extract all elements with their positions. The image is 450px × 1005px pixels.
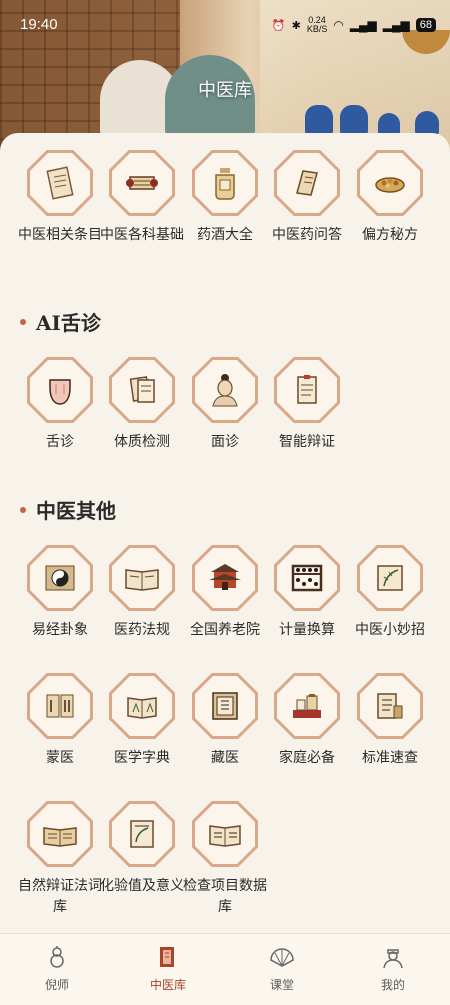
grid-item-constitution-test[interactable]: 体质检测	[97, 357, 187, 453]
grid-item-household-essentials[interactable]: 家庭必备	[262, 673, 352, 769]
yin-yang-icon	[45, 565, 75, 591]
building-icon	[209, 564, 241, 590]
document-scroll-icon	[46, 166, 74, 200]
grid-item-unit-conversion[interactable]: 计量换算	[262, 545, 352, 641]
grid-item-qa[interactable]: 中医药问答	[262, 150, 352, 246]
grid-item-label: 中医各科基础	[100, 227, 184, 243]
grid-item-basics[interactable]: 中医各科基础	[97, 150, 187, 246]
tibetan-book-icon	[212, 692, 238, 720]
person-icon	[383, 949, 403, 969]
grid-item-smart-differentiation[interactable]: 智能辩证	[262, 357, 352, 453]
open-book-icon	[125, 569, 159, 591]
grid-item-medicinal-wine[interactable]: 药酒大全	[180, 150, 270, 246]
grid-item-tongue-diagnosis[interactable]: 舌诊	[15, 357, 105, 453]
grid-item-label: 自然辩证法词库	[18, 878, 102, 915]
grid-item-label: 药酒大全	[197, 227, 253, 243]
abacus-icon	[291, 564, 323, 592]
section-dot	[20, 318, 26, 325]
grid-item-lab-values[interactable]: 化验值及意义	[97, 801, 187, 897]
grid-item-regulations[interactable]: 医药法规	[97, 545, 187, 641]
signal-icon: ▂▄▆	[382, 18, 410, 32]
grid-item-nursing-homes[interactable]: 全国养老院	[180, 545, 270, 641]
grid-item-label: 化验值及意义	[100, 878, 184, 894]
battery-icon: 68	[415, 18, 436, 32]
bluetooth-icon: ✱	[291, 19, 301, 32]
grid-item-label: 偏方秘方	[362, 227, 418, 243]
grid-item-label: 智能辩证	[279, 434, 335, 450]
status-time: 19:40	[20, 16, 58, 33]
standard-book-icon	[377, 693, 403, 719]
nav-item-mine[interactable]: 我的	[353, 944, 433, 993]
network-speed: 0.24 KB/S	[306, 15, 328, 34]
lab-book-icon	[130, 820, 154, 848]
grid-item-medical-dictionary[interactable]: 医学字典	[97, 673, 187, 769]
reading-book-icon	[43, 827, 77, 847]
report-icon	[297, 375, 317, 404]
grid-item-label: 中医相关条目	[18, 227, 102, 243]
wine-jar-icon	[215, 168, 235, 200]
grid-item-tips[interactable]: 中医小妙招	[345, 545, 435, 641]
dictionary-icon	[127, 697, 157, 719]
grid-item-dialectics-glossary[interactable]: 自然辩证法词库	[15, 801, 105, 918]
grid-item-label: 检查项目数据库	[183, 878, 267, 915]
grid-item-label: 医药法规	[114, 622, 170, 638]
status-icons: ⏰ ✱ 0.24 KB/S ◠ ▂▄▆ ▂▄▆ 68	[272, 16, 436, 34]
grid-item-label: 易经卦象	[32, 622, 88, 638]
database-book-icon	[209, 825, 241, 847]
grid-item-label: 计量换算	[279, 622, 335, 638]
grid-item-face-diagnosis[interactable]: 面诊	[180, 357, 270, 453]
section-dot	[20, 506, 26, 513]
content-card: 中医相关条目 中医各科基础 药酒大全 中医药问答 偏方秘方 AI舌诊 舌诊 体质…	[0, 133, 450, 933]
alarm-icon: ⏰	[271, 19, 286, 32]
grid-item-label: 蒙医	[46, 750, 74, 766]
grid-item-label: 舌诊	[46, 434, 74, 450]
wifi-icon: ◠	[333, 18, 344, 32]
book-stack-icon	[160, 947, 174, 967]
grid-item-tibetan-medicine[interactable]: 藏医	[180, 673, 270, 769]
grid-item-label: 标准速查	[362, 750, 418, 766]
grid-item-label: 中医药问答	[272, 227, 342, 243]
grid-item-label: 医学字典	[114, 750, 170, 766]
grid-item-label: 全国养老院	[190, 622, 260, 638]
section-title-tcm-other: 中医其他	[20, 495, 116, 524]
nav-label: 倪师	[44, 978, 69, 992]
grid-item-folk-remedies[interactable]: 偏方秘方	[345, 150, 435, 246]
nav-label: 中医库	[149, 978, 186, 992]
grid-item-exam-database[interactable]: 检查项目数据库	[180, 801, 270, 918]
nav-item-classroom[interactable]: 课堂	[242, 944, 322, 993]
grid-item-mongolian-medicine[interactable]: 蒙医	[15, 673, 105, 769]
face-icon	[212, 374, 238, 407]
status-bar: 19:40 ⏰ ✱ 0.24 KB/S ◠ ▂▄▆ ▂▄▆ 68	[0, 12, 450, 40]
herb-book-icon	[377, 565, 403, 591]
mongol-book-icon	[46, 694, 74, 718]
book-icon	[296, 170, 318, 196]
document-icon	[129, 376, 155, 403]
medicine-box-icon	[293, 694, 321, 718]
tongue-icon	[49, 379, 71, 405]
page-title: 中医库	[198, 80, 252, 101]
grid-item-label: 体质检测	[114, 434, 170, 450]
signal-icon: ▂▄▆	[349, 18, 377, 32]
fan-icon	[270, 948, 294, 967]
grid-item-related-entries[interactable]: 中医相关条目	[15, 150, 105, 246]
nav-label: 课堂	[269, 978, 294, 992]
grid-item-label: 中医小妙招	[355, 622, 425, 638]
grid-item-label: 藏医	[211, 750, 239, 766]
herb-bowl-icon	[375, 177, 405, 193]
grid-item-label: 面诊	[211, 434, 239, 450]
nav-label: 我的	[380, 978, 405, 992]
section-title-ai-tongue: AI舌诊	[20, 307, 101, 336]
scroll-icon	[126, 176, 158, 190]
nav-item-teacher[interactable]: 倪师	[17, 944, 97, 993]
grid-item-yijing[interactable]: 易经卦象	[15, 545, 105, 641]
grid-item-label: 家庭必备	[279, 750, 335, 766]
grid-item-standard-lookup[interactable]: 标准速查	[345, 673, 435, 769]
gourd-icon	[50, 946, 64, 968]
nav-item-tcm-library[interactable]: 中医库	[128, 944, 208, 993]
bottom-nav: 倪师 中医库 课堂 我的	[0, 933, 450, 1005]
